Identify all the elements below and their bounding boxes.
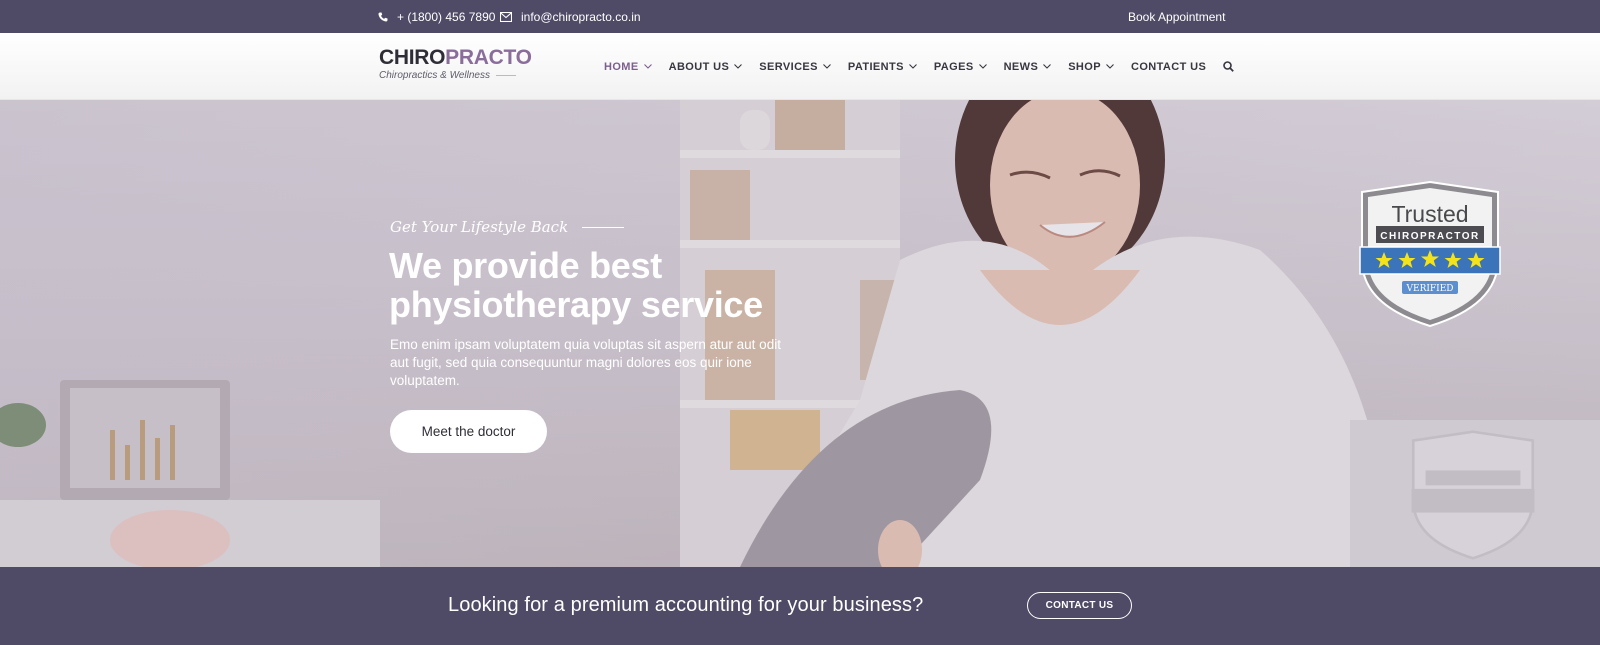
- chevron-down-icon: [734, 64, 743, 69]
- badge-title: Trusted: [1391, 201, 1468, 227]
- nav-item-contact-us[interactable]: CONTACT US: [1131, 61, 1206, 73]
- nav-item-label: PATIENTS: [847, 60, 904, 73]
- nav-item-label: NEWS: [1003, 60, 1039, 73]
- search-button[interactable]: [1223, 61, 1235, 72]
- nav-item-services[interactable]: SERVICES: [759, 61, 831, 73]
- badge-subtitle: CHIROPRACTOR: [1380, 231, 1479, 242]
- hero-tagline: Get Your Lifestyle Back: [390, 218, 625, 236]
- badge-watermark: [1411, 430, 1535, 560]
- nav-item-label: SERVICES: [759, 60, 818, 73]
- site-logo[interactable]: CHIROPRACTO Chiropractics & Wellness: [379, 47, 532, 81]
- phone-text: + (1800) 456 7890: [397, 9, 496, 24]
- logo-rule: [495, 75, 516, 76]
- chevron-down-icon: [908, 64, 917, 69]
- book-appointment-link[interactable]: Book Appointment: [1128, 0, 1225, 33]
- main-nav: HOME ABOUT US SERVICES PATIENTS PAGES NE…: [604, 33, 1235, 100]
- hero-description: Emo enim ipsam voluptatem quia voluptas …: [390, 337, 781, 388]
- search-icon: [1223, 61, 1235, 72]
- nav-item-label: PAGES: [933, 60, 974, 73]
- cta-text: Looking for a premium accounting for you…: [448, 594, 924, 616]
- nav-item-pages[interactable]: PAGES: [934, 61, 987, 73]
- phone-contact[interactable]: + (1800) 456 7890: [378, 0, 495, 33]
- site-header: CHIROPRACTO Chiropractics & Wellness HOM…: [0, 33, 1600, 100]
- nav-item-home[interactable]: HOME: [604, 61, 652, 73]
- trusted-chiropractor-badge: Trusted CHIROPRACTOR VERIFIED: [1359, 180, 1501, 328]
- hero-tagline-text: Get Your Lifestyle Back: [390, 218, 569, 236]
- contact-us-button[interactable]: CONTACT US: [1027, 592, 1132, 619]
- nav-item-shop[interactable]: SHOP: [1068, 61, 1114, 73]
- nav-item-label: SHOP: [1068, 60, 1101, 73]
- envelope-icon: [500, 11, 512, 22]
- nav-item-news[interactable]: NEWS: [1004, 61, 1052, 73]
- meet-the-doctor-button[interactable]: Meet the doctor: [390, 410, 547, 453]
- hero-tagline-rule: [582, 226, 625, 228]
- cta-band: Looking for a premium accounting for you…: [0, 567, 1600, 645]
- chevron-down-icon: [1043, 64, 1052, 69]
- chevron-down-icon: [978, 64, 987, 69]
- phone-icon: [378, 12, 388, 22]
- logo-tagline: Chiropractics & Wellness: [379, 70, 490, 81]
- hero-headline: We provide best physiotherapy service: [389, 245, 763, 325]
- nav-item-label: CONTACT US: [1130, 60, 1207, 73]
- chevron-down-icon: [1106, 64, 1114, 69]
- logo-part-1: CHIRO: [379, 46, 446, 69]
- hero-overlay: [0, 100, 1600, 567]
- logo-part-2: PRACTO: [445, 46, 532, 69]
- email-text: info@chiropracto.co.in: [521, 9, 641, 24]
- badge-verified: VERIFIED: [1406, 284, 1454, 294]
- nav-item-label: HOME: [604, 60, 639, 73]
- logo-tagline-row: Chiropractics & Wellness: [379, 70, 532, 81]
- nav-item-label: ABOUT US: [668, 60, 730, 73]
- chevron-down-icon: [823, 64, 831, 69]
- hero-slider: Get Your Lifestyle Back We provide best …: [0, 100, 1600, 567]
- logo-wordmark: CHIROPRACTO: [379, 47, 532, 68]
- chevron-down-icon: [643, 64, 652, 69]
- email-contact[interactable]: info@chiropracto.co.in: [500, 0, 641, 33]
- nav-item-about-us[interactable]: ABOUT US: [669, 61, 743, 73]
- nav-item-patients[interactable]: PATIENTS: [848, 61, 917, 73]
- top-bar: + (1800) 456 7890 info@chiropracto.co.in…: [0, 0, 1600, 33]
